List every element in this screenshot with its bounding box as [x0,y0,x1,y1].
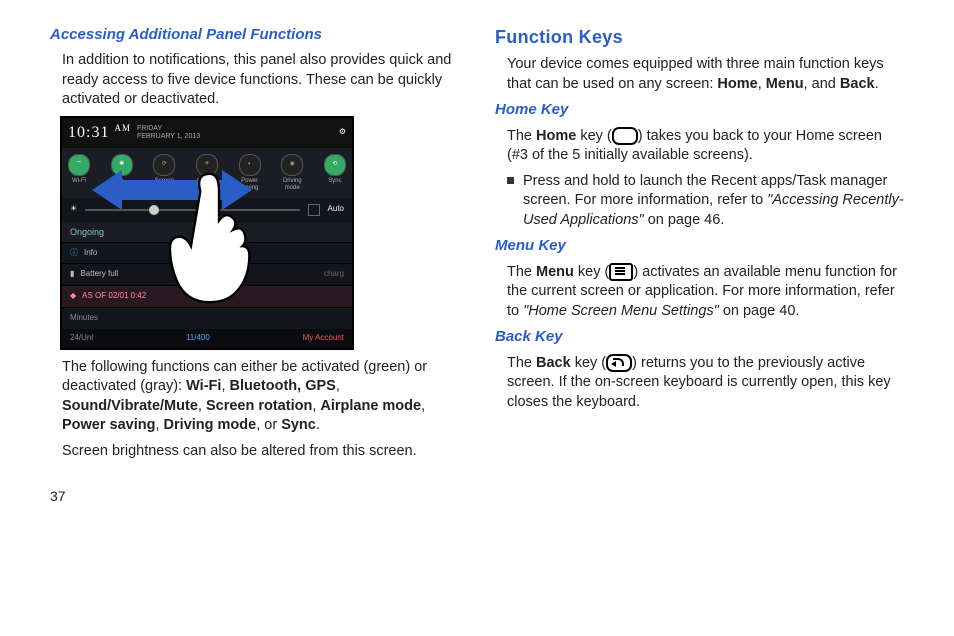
two-column-layout: Accessing Additional Panel Functions In … [50,25,904,467]
phone-screenshot: 10:31 AM FRIDAYFEBRUARY 1, 2013 ⚙ ⌔Wi-Fi… [60,116,354,350]
toggle-driving: ◉Driving mode [279,154,305,192]
back-key-text: The Back key () returns you to the previ… [495,354,904,413]
panel-functions-heading: Accessing Additional Panel Functions [50,25,459,45]
bullet-icon [507,177,514,184]
home-key-text: The Home key () takes you back to your H… [495,127,904,166]
brightness-slider [85,209,299,211]
footer-left: 24/Unl [70,333,93,344]
toggle-airplane: ✈Airplane mode [194,154,220,192]
panel-functions-intro: In addition to notifications, this panel… [50,51,459,110]
home-key-heading: Home Key [495,100,904,120]
toggle-sync: ⟲Sync [322,154,348,192]
menu-key-heading: Menu Key [495,236,904,256]
functions-list: The following functions can either be ac… [50,358,459,436]
auto-label: Auto [328,204,344,215]
phone-footer: 24/Unl 11/400 My Account [62,329,352,348]
toggle-bluetooth: ✱Blu... [109,154,135,192]
right-column: Function Keys Your device comes equipped… [495,25,904,467]
phone-minutes-row: Minutes [62,307,352,329]
function-keys-intro: Your device comes equipped with three ma… [495,55,904,94]
home-key-icon [612,127,638,145]
phone-info-row: ⓘInfo [62,242,352,264]
phone-time: 10:31 AM [68,122,131,144]
toggle-powersave: ◐Power saving [237,154,263,192]
phone-battery-row: ▮Battery fullcharg [62,263,352,285]
phone-asof-row: ◆AS OF 02/01 0:42 [62,285,352,307]
auto-checkbox [308,204,320,216]
menu-key-icon [609,263,633,281]
function-keys-heading: Function Keys [495,25,904,49]
back-key-icon [606,354,632,372]
phone-statusbar: 10:31 AM FRIDAYFEBRUARY 1, 2013 ⚙ [62,118,352,148]
gear-icon: ⚙ [339,127,346,138]
page-number: 37 [50,487,904,506]
brightness-text: Screen brightness can also be altered fr… [50,442,459,462]
footer-right: My Account [303,333,344,344]
menu-key-text: The Menu key () activates an available m… [495,263,904,322]
toggle-rotation: ⟳Screen rotation [151,154,177,192]
home-key-bullet: Press and hold to launch the Recent apps… [495,172,904,231]
toggle-wifi: ⌔Wi-Fi [66,154,92,192]
phone-ongoing: Ongoing [62,222,352,242]
phone-toggles: ⌔Wi-Fi ✱Blu... ⟳Screen rotation ✈Airplan… [62,148,352,198]
phone-brightness: ☀ Auto [62,198,352,222]
phone-date: FRIDAYFEBRUARY 1, 2013 [137,125,200,141]
brightness-icon: ☀ [70,204,77,215]
left-column: Accessing Additional Panel Functions In … [50,25,459,467]
footer-mid: 11/400 [186,333,210,344]
back-key-heading: Back Key [495,327,904,347]
